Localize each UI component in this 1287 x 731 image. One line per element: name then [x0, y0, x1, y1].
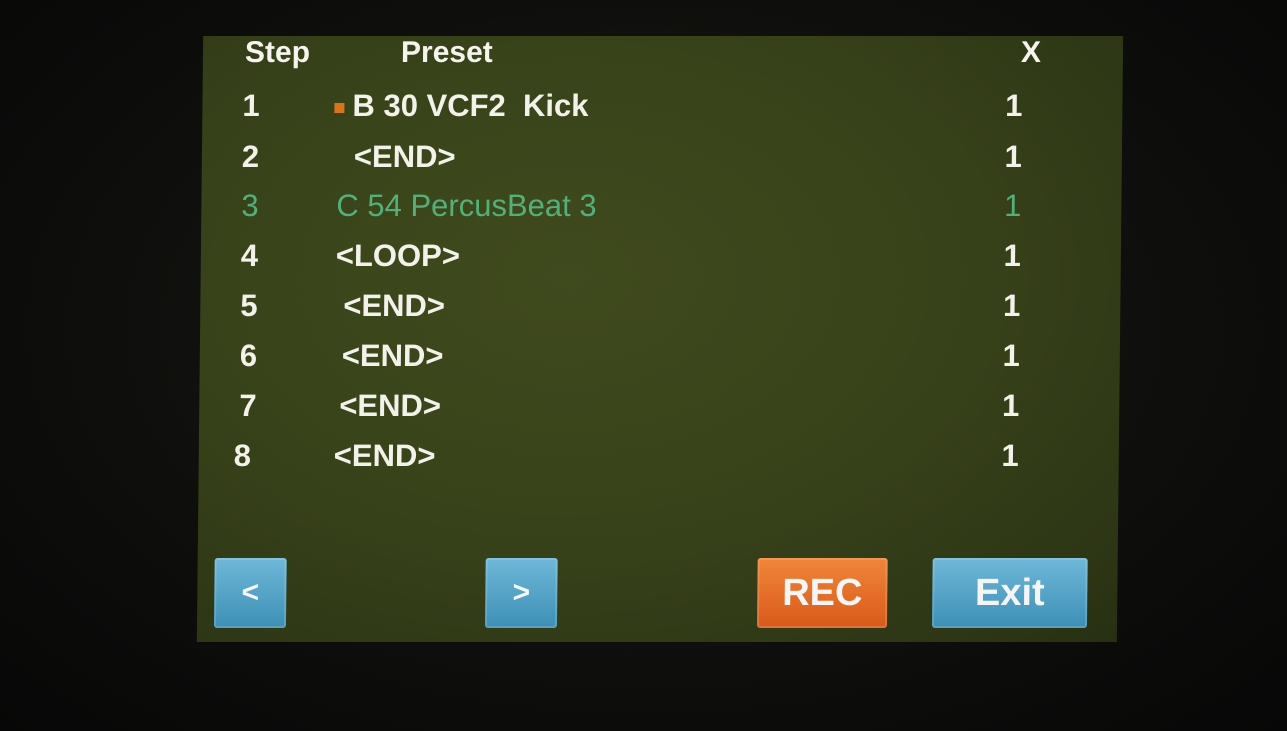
- step-number: 2: [241, 139, 260, 174]
- step-repeat[interactable]: 1: [990, 338, 1020, 374]
- step-column-header: Step: [244, 36, 311, 69]
- step-preset: <END>: [333, 438, 436, 473]
- step-row-8[interactable]: 8 <END> 1: [198, 438, 1119, 488]
- step-row-5[interactable]: 5 <END> 1: [200, 288, 1121, 338]
- step-number: 6: [239, 338, 258, 373]
- step-row-6[interactable]: 6 <END> 1: [199, 338, 1120, 388]
- step-number: 4: [240, 238, 259, 273]
- play-position-marker: [334, 103, 345, 113]
- step-repeat[interactable]: 1: [992, 139, 1022, 175]
- rec-button[interactable]: REC: [756, 558, 888, 628]
- x-column-header: X: [1020, 36, 1042, 69]
- step-number: 8: [233, 438, 252, 473]
- step-preset: B 30 VCF2 Kick: [352, 88, 589, 123]
- step-preset: <END>: [353, 139, 456, 174]
- step-repeat[interactable]: 1: [989, 438, 1019, 474]
- step-repeat[interactable]: 1: [991, 238, 1021, 274]
- lcd-screen: Step Preset X 1 B 30 VCF2 Kick 1 2 <END>…: [196, 36, 1124, 642]
- step-preset: <END>: [341, 338, 444, 373]
- step-row-7[interactable]: 7 <END> 1: [199, 388, 1120, 438]
- step-row-4[interactable]: 4 <LOOP> 1: [201, 238, 1122, 288]
- step-row-1[interactable]: 1 B 30 VCF2 Kick 1: [202, 88, 1123, 138]
- step-row-2[interactable]: 2 <END> 1: [202, 139, 1123, 189]
- step-repeat[interactable]: 1: [990, 288, 1021, 324]
- step-preset: <END>: [343, 288, 446, 323]
- step-preset: C 54 PercusBeat 3: [336, 188, 597, 223]
- step-number: 5: [240, 288, 258, 323]
- prev-button[interactable]: <: [213, 558, 287, 628]
- step-number: 3: [241, 188, 259, 223]
- step-row-3[interactable]: 3 C 54 PercusBeat 3 1: [201, 188, 1122, 238]
- step-repeat[interactable]: 1: [992, 88, 1023, 124]
- step-repeat[interactable]: 1: [989, 388, 1020, 424]
- step-preset: <END>: [339, 388, 442, 423]
- step-preset: <LOOP>: [335, 238, 461, 273]
- device-body: Step Preset X 1 B 30 VCF2 Kick 1 2 <END>…: [0, 0, 1287, 731]
- next-button[interactable]: >: [484, 558, 558, 628]
- step-number: 7: [239, 388, 257, 423]
- step-repeat[interactable]: 1: [991, 188, 1022, 224]
- step-number: 1: [242, 88, 260, 123]
- exit-button[interactable]: Exit: [931, 558, 1088, 628]
- preset-column-header: Preset: [400, 36, 493, 69]
